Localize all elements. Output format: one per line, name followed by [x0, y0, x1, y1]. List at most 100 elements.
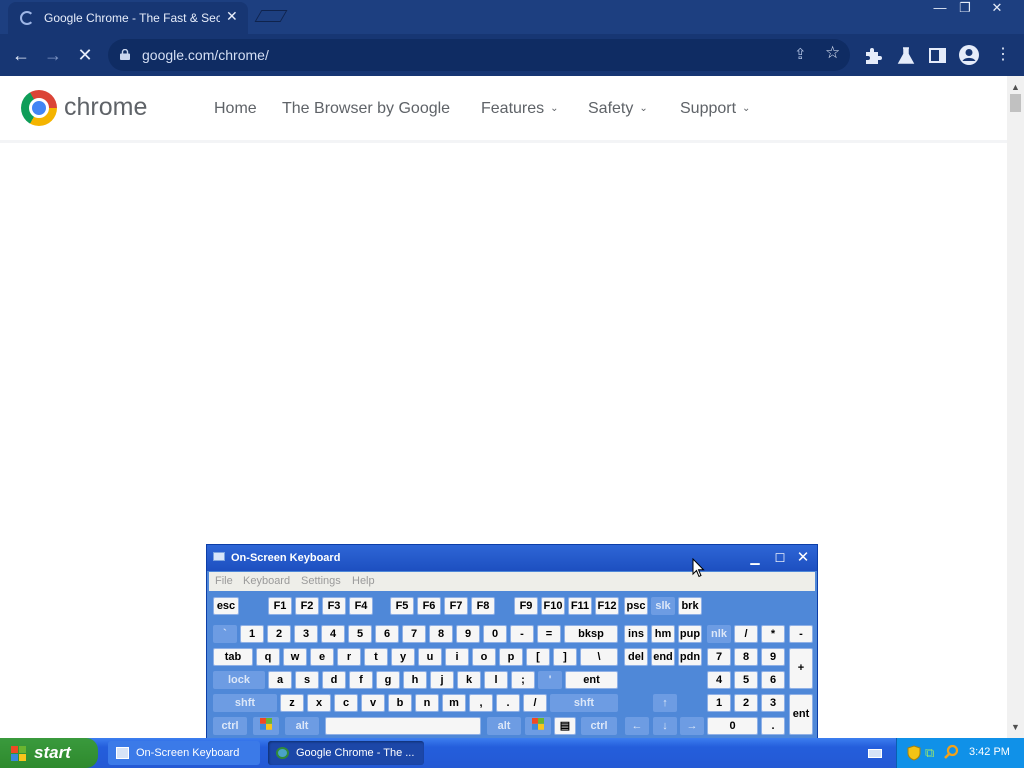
key-w[interactable]: w [283, 648, 307, 666]
key-num-8[interactable]: 8 [734, 648, 758, 666]
key-f8[interactable]: F8 [471, 597, 495, 615]
taskbar-item-chrome[interactable]: Google Chrome - The ... [268, 741, 424, 765]
brand-wordmark[interactable]: chrome [64, 93, 147, 122]
key-8[interactable]: 8 [429, 625, 453, 643]
key-num-6[interactable]: 6 [761, 671, 785, 689]
key-f1[interactable]: F1 [268, 597, 292, 615]
key-i[interactable]: i [445, 648, 469, 666]
search-magnifier-icon[interactable] [943, 744, 959, 760]
side-panel-icon[interactable] [927, 45, 949, 67]
key-c[interactable]: c [334, 694, 358, 712]
key-s[interactable]: s [295, 671, 319, 689]
key-ins[interactable]: ins [624, 625, 648, 643]
key-z[interactable]: z [280, 694, 304, 712]
key-end[interactable]: end [651, 648, 675, 666]
osk-titlebar[interactable]: On-Screen Keyboard ▁ ☐ ✕ [207, 545, 817, 571]
key-h[interactable]: h [403, 671, 427, 689]
key-left-win[interactable] [253, 717, 279, 735]
key-f6[interactable]: F6 [417, 597, 441, 615]
bookmark-star-icon[interactable]: ☆ [825, 43, 840, 63]
labs-flask-icon[interactable] [895, 45, 917, 67]
forward-arrow-icon[interactable]: → [40, 42, 66, 68]
key-p[interactable]: p [499, 648, 523, 666]
key-g[interactable]: g [376, 671, 400, 689]
key-num-7[interactable]: 7 [707, 648, 731, 666]
osk-minimize-button[interactable]: ▁ [747, 551, 763, 566]
key-1[interactable]: 1 [240, 625, 264, 643]
nav-browser-by-google[interactable]: The Browser by Google [282, 100, 450, 118]
key-v[interactable]: v [361, 694, 385, 712]
key-f[interactable]: f [349, 671, 373, 689]
osk-close-button[interactable]: ✕ [795, 550, 811, 566]
key-num-enter[interactable]: ent [789, 694, 813, 735]
key-e[interactable]: e [310, 648, 334, 666]
key-q[interactable]: q [256, 648, 280, 666]
key-capslock[interactable]: lock [213, 671, 265, 689]
key-minus[interactable]: - [510, 625, 534, 643]
key-num-decimal[interactable]: . [761, 717, 785, 735]
key-f10[interactable]: F10 [541, 597, 565, 615]
scroll-down-arrow-icon[interactable]: ▼ [1011, 722, 1020, 732]
clock[interactable]: 3:42 PM [969, 746, 1010, 758]
key-left-shift[interactable]: shft [213, 694, 277, 712]
key-num-3[interactable]: 3 [761, 694, 785, 712]
key-period[interactable]: . [496, 694, 520, 712]
nav-home[interactable]: Home [214, 100, 257, 118]
key-3[interactable]: 3 [294, 625, 318, 643]
key-tab[interactable]: tab [213, 648, 253, 666]
key-u[interactable]: u [418, 648, 442, 666]
key-f11[interactable]: F11 [568, 597, 592, 615]
start-button[interactable]: start [0, 738, 98, 768]
key-brk[interactable]: brk [678, 597, 702, 615]
key-del[interactable]: del [624, 648, 648, 666]
key-r[interactable]: r [337, 648, 361, 666]
key-f9[interactable]: F9 [514, 597, 538, 615]
key-left-alt[interactable]: alt [285, 717, 319, 735]
key-quote[interactable]: ' [538, 671, 562, 689]
key-psc[interactable]: psc [624, 597, 648, 615]
extensions-puzzle-icon[interactable] [862, 44, 886, 68]
key-a[interactable]: a [268, 671, 292, 689]
key-num-plus[interactable]: + [789, 648, 813, 689]
input-language-icon[interactable] [868, 749, 882, 758]
taskbar-item-osk[interactable]: On-Screen Keyboard [108, 741, 260, 765]
address-bar[interactable]: google.com/chrome/ ⇪ ☆ [108, 39, 850, 71]
minimize-button[interactable]: — [930, 0, 950, 20]
key-app-menu[interactable]: ▤ [554, 717, 576, 735]
key-k[interactable]: k [457, 671, 481, 689]
key-f12[interactable]: F12 [595, 597, 619, 615]
key-num-divide[interactable]: / [734, 625, 758, 643]
nav-features[interactable]: Features ⌄ [481, 100, 559, 118]
key-d[interactable]: d [322, 671, 346, 689]
key-right-ctrl[interactable]: ctrl [581, 717, 617, 735]
osk-maximize-button[interactable]: ☐ [772, 551, 788, 566]
key-enter[interactable]: ent [565, 671, 618, 689]
key-f4[interactable]: F4 [349, 597, 373, 615]
menu-help[interactable]: Help [352, 575, 375, 587]
key-num-minus[interactable]: - [789, 625, 813, 643]
key-pageup[interactable]: pup [678, 625, 702, 643]
menu-file[interactable]: File [215, 575, 233, 587]
key-esc[interactable]: esc [213, 597, 239, 615]
key-numlock[interactable]: nlk [707, 625, 731, 643]
key-f3[interactable]: F3 [322, 597, 346, 615]
key-num-9[interactable]: 9 [761, 648, 785, 666]
nav-support[interactable]: Support ⌄ [680, 100, 750, 118]
scroll-up-arrow-icon[interactable]: ▲ [1011, 82, 1020, 92]
key-right-bracket[interactable]: ] [553, 648, 577, 666]
scroll-thumb[interactable] [1010, 94, 1021, 112]
key-equals[interactable]: = [537, 625, 561, 643]
key-backtick[interactable]: ` [213, 625, 237, 643]
key-o[interactable]: o [472, 648, 496, 666]
key-5[interactable]: 5 [348, 625, 372, 643]
key-num-2[interactable]: 2 [734, 694, 758, 712]
network-icon[interactable]: ⧉ [925, 745, 939, 760]
key-9[interactable]: 9 [456, 625, 480, 643]
key-left-ctrl[interactable]: ctrl [213, 717, 247, 735]
nav-safety[interactable]: Safety ⌄ [588, 100, 648, 118]
menu-kebab-icon[interactable]: ⋮ [990, 42, 1016, 68]
key-t[interactable]: t [364, 648, 388, 666]
key-num-1[interactable]: 1 [707, 694, 731, 712]
page-scrollbar[interactable]: ▲ ▼ [1007, 76, 1024, 738]
key-y[interactable]: y [391, 648, 415, 666]
